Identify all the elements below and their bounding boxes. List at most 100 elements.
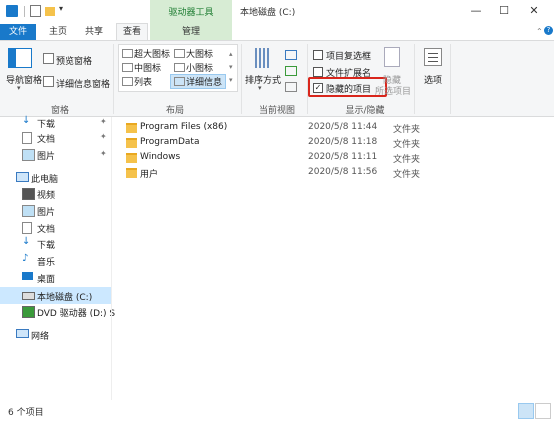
medium-icons-icon	[122, 63, 133, 72]
document-icon	[22, 132, 32, 144]
details-view-button[interactable]	[518, 403, 534, 419]
window-edge	[546, 117, 554, 400]
small-icons-icon	[174, 63, 185, 72]
list-icon	[122, 77, 133, 86]
nav-item-documents[interactable]: 文档 ✦	[0, 130, 112, 146]
layout-small-icons[interactable]: 小图标	[186, 61, 213, 74]
nav-item-documents-pc[interactable]: 文档	[0, 220, 112, 236]
options-icon	[424, 48, 442, 66]
options-button[interactable]: 选项	[424, 73, 442, 86]
file-date: 2020/5/8 11:11	[308, 152, 378, 162]
item-checkboxes-checkbox[interactable]	[313, 50, 323, 60]
nav-item-network[interactable]: 网络	[0, 327, 112, 343]
pin-icon[interactable]: ✦	[100, 117, 107, 126]
pictures-icon	[22, 149, 35, 161]
file-type: 文件夹	[393, 140, 421, 150]
chevron-down-icon[interactable]: ▾	[17, 84, 21, 92]
file-extensions-checkbox[interactable]	[313, 67, 323, 77]
group-label-current-view: 当前视图	[258, 106, 295, 116]
nav-item-pictures-pc[interactable]: 图片	[0, 203, 112, 219]
file-type: 文件夹	[393, 170, 421, 180]
folder-icon	[126, 168, 137, 178]
layout-xl-icons[interactable]: 超大图标	[134, 47, 170, 60]
file-date: 2020/5/8 11:56	[308, 167, 378, 177]
scroll-up-icon[interactable]: ▴	[229, 50, 233, 58]
folder-icon	[126, 123, 137, 133]
folder-icon	[126, 138, 137, 148]
preview-pane-icon	[43, 53, 54, 64]
item-checkboxes-label: 项目复选框	[326, 52, 372, 62]
file-type: 文件夹	[393, 155, 421, 165]
add-columns-icon[interactable]	[285, 66, 297, 76]
status-bar: 6 个项目	[0, 400, 554, 423]
divider	[241, 44, 242, 114]
nav-item-videos[interactable]: 视频	[0, 186, 112, 202]
group-by-icon[interactable]	[285, 50, 297, 60]
file-row[interactable]: Windows 2020/5/8 11:11 文件夹	[112, 150, 554, 165]
pin-icon[interactable]: ✦	[100, 132, 107, 141]
layout-list[interactable]: 列表	[134, 75, 152, 88]
minimize-button[interactable]: —	[466, 4, 486, 18]
large-icons-view-button[interactable]	[535, 403, 551, 419]
file-row[interactable]: Program Files (x86) 2020/5/8 11:44 文件夹	[112, 120, 554, 135]
file-name: ProgramData	[140, 137, 200, 147]
nav-item-local-disk-c[interactable]: 本地磁盘 (C:)	[0, 287, 112, 304]
properties-icon[interactable]	[30, 5, 41, 17]
nav-item-pictures[interactable]: 图片 ✦	[0, 147, 112, 163]
nav-pane-icon	[8, 48, 32, 68]
details-pane-button[interactable]: 详细信息窗格	[56, 77, 110, 90]
tab-manage[interactable]: 管理	[150, 24, 232, 40]
tab-share[interactable]: 共享	[80, 24, 108, 40]
sort-by-button[interactable]: 排序方式	[245, 73, 281, 86]
maximize-button[interactable]: ☐	[494, 4, 514, 18]
group-label-show-hide: 显示/隐藏	[345, 106, 385, 116]
file-name: Windows	[140, 152, 181, 162]
layout-large-icons[interactable]: 大图标	[186, 47, 213, 60]
preview-pane-button[interactable]: 预览窗格	[56, 54, 92, 67]
desktop-icon	[22, 272, 33, 280]
window-title: 本地磁盘 (C:)	[240, 8, 296, 18]
context-tab-title: 驱动器工具	[168, 8, 214, 18]
close-button[interactable]: ✕	[524, 4, 544, 18]
folder-icon	[126, 153, 137, 163]
divider	[113, 44, 114, 114]
divider	[414, 44, 415, 114]
nav-item-dvd-drive[interactable]: DVD 驱动器 (D:) S	[0, 304, 115, 320]
dvd-icon	[22, 306, 35, 318]
hide-selected-button-line2: 所选项目	[375, 87, 412, 97]
nav-item-downloads[interactable]: ↓ 下载 ✦	[0, 115, 112, 131]
help-icon[interactable]: ?	[544, 26, 553, 35]
group-label-layout: 布局	[165, 106, 184, 116]
sort-icon	[255, 48, 269, 68]
nav-item-desktop[interactable]: 桌面	[0, 270, 112, 286]
nav-item-music[interactable]: ♪ 音乐	[0, 253, 112, 269]
ribbon-collapse-icon[interactable]: ⌃	[536, 27, 543, 36]
scroll-down-icon[interactable]: ▾	[229, 63, 233, 71]
nav-item-this-pc[interactable]: 此电脑	[0, 170, 112, 186]
divider	[450, 44, 451, 114]
file-row[interactable]: ProgramData 2020/5/8 11:18 文件夹	[112, 135, 554, 150]
nav-item-downloads-pc[interactable]: ↓ 下载	[0, 236, 112, 252]
document-icon	[22, 222, 32, 234]
nav-pane-button[interactable]: 导航窗格	[6, 73, 42, 86]
pin-icon[interactable]: ✦	[100, 149, 107, 158]
layout-medium-icons[interactable]: 中图标	[134, 61, 161, 74]
expand-gallery-icon[interactable]: ▾	[229, 76, 233, 84]
chevron-down-icon[interactable]: ▾	[258, 84, 262, 92]
computer-icon	[16, 172, 29, 182]
divider	[24, 6, 25, 17]
customize-toolbar-icon[interactable]: ▾	[59, 4, 71, 16]
size-columns-icon[interactable]	[285, 82, 297, 92]
xl-icons-icon	[122, 49, 133, 58]
tab-file[interactable]: 文件	[0, 24, 36, 40]
item-count: 6 个项目	[8, 408, 44, 418]
tab-view[interactable]: 查看	[116, 23, 148, 40]
details-icon	[174, 77, 185, 86]
tab-home[interactable]: 主页	[44, 24, 72, 40]
layout-details[interactable]: 详细信息	[186, 75, 222, 88]
file-row[interactable]: 用户 2020/5/8 11:56 文件夹	[112, 165, 554, 180]
new-folder-icon[interactable]	[45, 7, 55, 16]
hide-selected-icon	[384, 47, 400, 67]
title-bar: ▾ 驱动器工具 本地磁盘 (C:) — ☐ ✕	[0, 0, 554, 24]
file-date: 2020/5/8 11:44	[308, 122, 378, 132]
